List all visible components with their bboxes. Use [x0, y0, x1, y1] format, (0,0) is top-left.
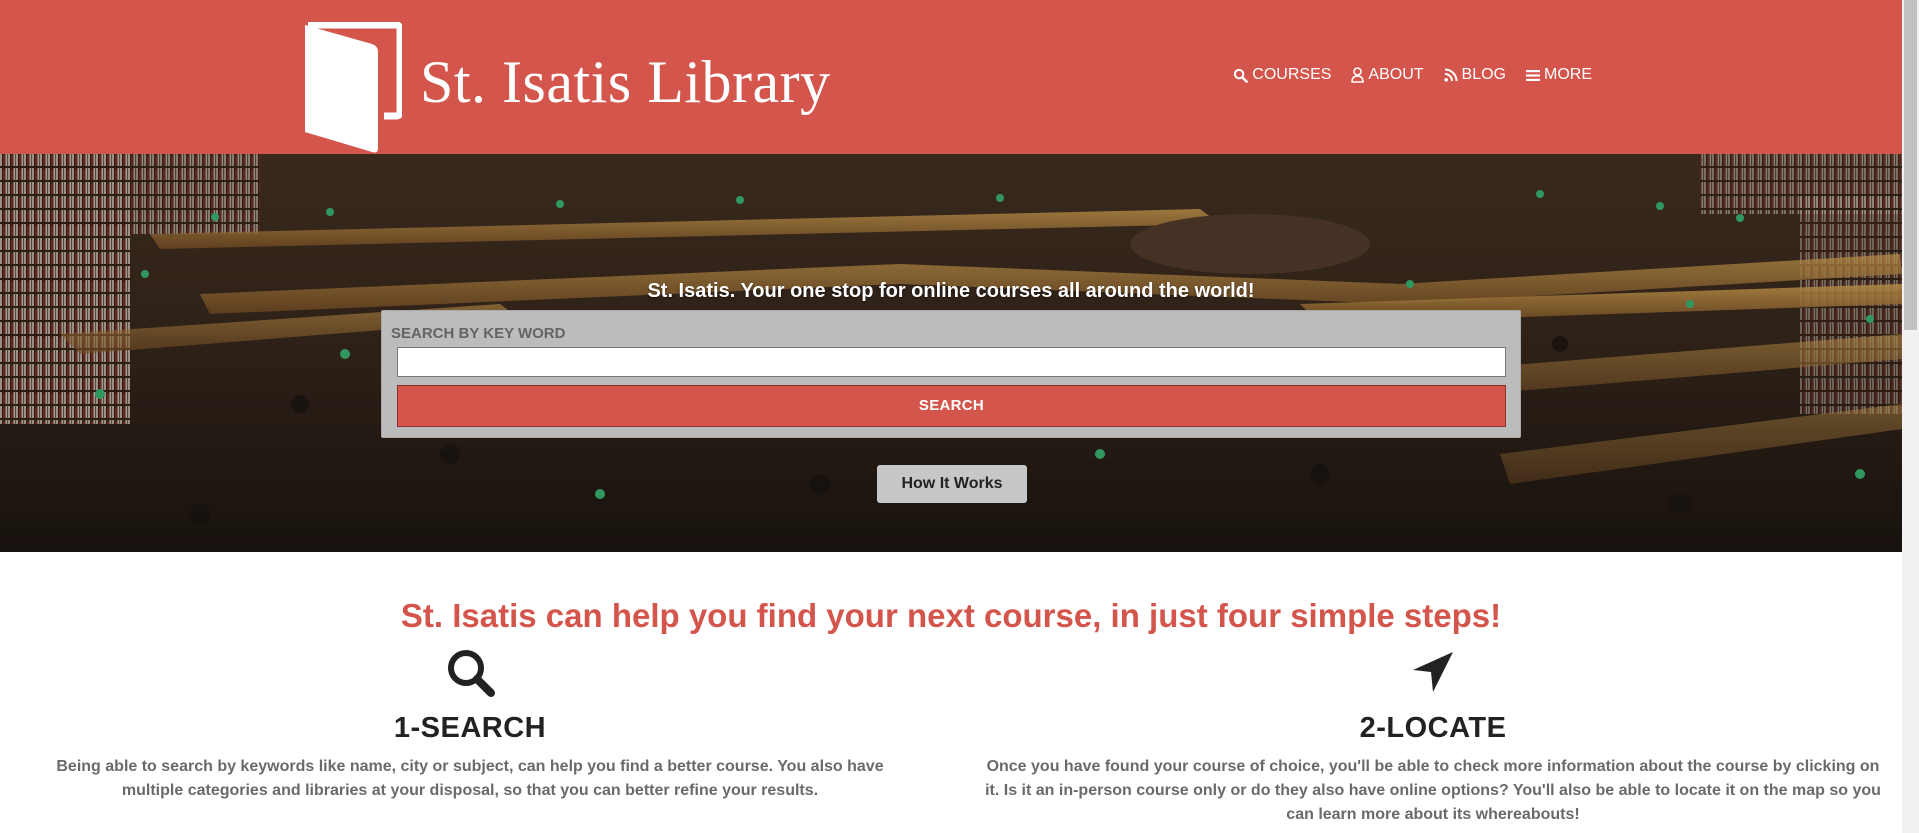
- search-icon: [448, 650, 495, 697]
- search-label: SEARCH BY KEY WORD: [391, 325, 566, 342]
- nav-more-label: MORE: [1544, 66, 1592, 83]
- nav-courses-label: COURSES: [1252, 66, 1332, 83]
- location-arrow-icon: [1413, 652, 1453, 692]
- nav-blog[interactable]: BLOG: [1443, 66, 1506, 84]
- nav-about-label: ABOUT: [1368, 66, 1424, 83]
- step-2-description: Once you have found your course of choic…: [985, 758, 1881, 823]
- site-logo-text[interactable]: St. Isatis Library: [420, 46, 831, 118]
- step-2-title: 2-LOCATE: [1359, 712, 1507, 744]
- nav-courses[interactable]: COURSES: [1233, 66, 1331, 84]
- nav-more[interactable]: MORE: [1526, 66, 1592, 84]
- how-it-works-button[interactable]: How It Works: [877, 465, 1027, 503]
- main-nav: COURSES ABOUT BLOG MORE: [1233, 66, 1592, 84]
- site-header: St. Isatis Library COURSES ABOUT BLOG MO…: [0, 0, 1902, 154]
- step-1-title: 1-SEARCH: [393, 712, 547, 744]
- nav-blog-label: BLOG: [1461, 66, 1506, 83]
- search-input[interactable]: [397, 347, 1506, 377]
- step-1-description: Being able to search by keywords like na…: [56, 758, 884, 799]
- search-panel: SEARCH BY KEY WORD SEARCH: [381, 310, 1521, 438]
- search-button[interactable]: SEARCH: [397, 385, 1506, 427]
- rss-icon: [1443, 68, 1458, 82]
- hero-section: St. Isatis. Your one stop for online cou…: [0, 154, 1902, 552]
- hero-tagline: St. Isatis. Your one stop for online cou…: [647, 280, 1255, 302]
- steps-heading: St. Isatis can help you find your next c…: [400, 597, 1502, 634]
- book-logo-icon[interactable]: [302, 22, 402, 156]
- page-scrollbar[interactable]: [1902, 0, 1919, 833]
- menu-icon: [1526, 69, 1540, 81]
- scrollbar-thumb[interactable]: [1904, 0, 1917, 330]
- search-icon: [1234, 68, 1249, 83]
- nav-about[interactable]: ABOUT: [1351, 66, 1424, 84]
- user-icon: [1351, 67, 1365, 83]
